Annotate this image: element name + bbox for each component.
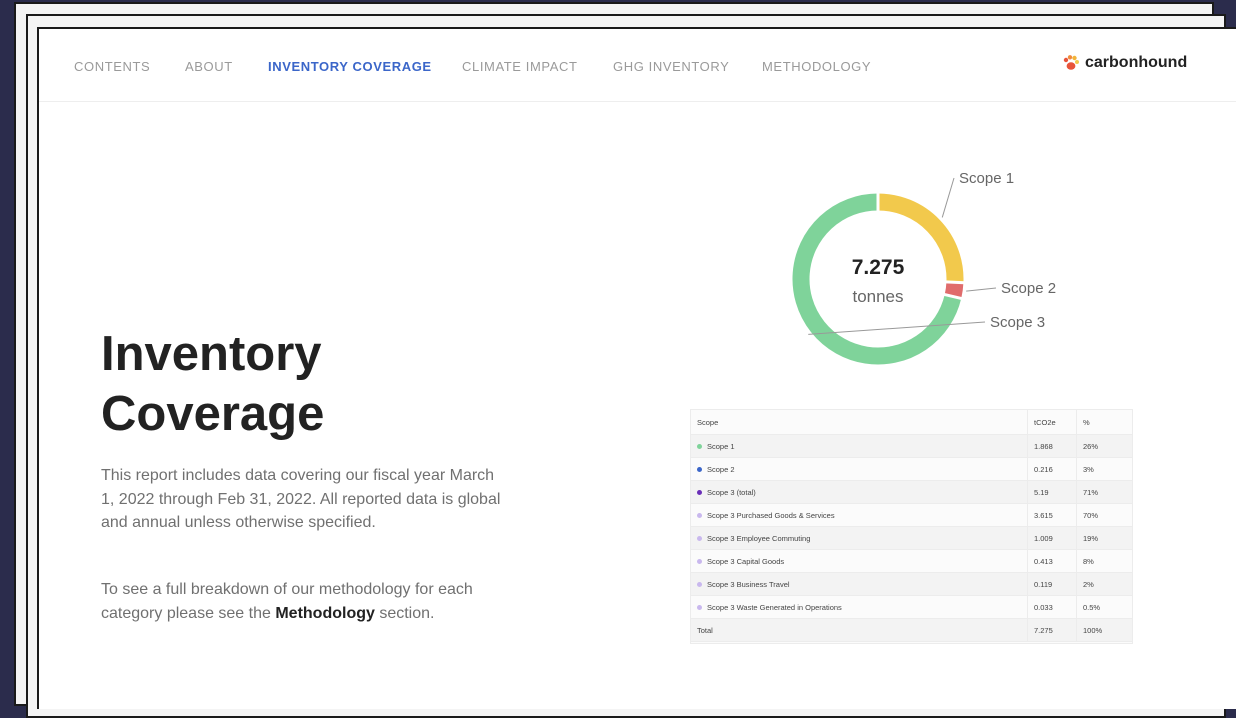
scope-name: Total [697,625,713,635]
tco2e-cell: 3.615 [1027,503,1077,527]
scope-name-cell: Total [691,618,1028,642]
scope-table: Scope tCO2e % Scope 1 1.868 26% Scope 2 0.21… [690,409,1133,644]
table-row: Scope 3 Employee Commuting 1.009 19% [691,526,1132,550]
callout-label: Scope 3 [990,314,1045,331]
slice-separator [945,280,965,285]
donut-center-value: 7.275 [852,256,905,279]
scope-name-cell: Scope 3 Purchased Goods & Services [691,503,1028,527]
pct-cell: 71% [1076,480,1132,504]
pct-cell: 0.5% [1076,595,1132,619]
tco2e-cell: 7.275 [1027,618,1077,642]
pct-cell: 26% [1076,434,1132,458]
col-scope-header: Scope [691,410,1028,435]
table-row: Scope 3 Business Travel 0.119 2% [691,572,1132,596]
scope-name: Scope 3 Waste Generated in Operations [707,602,842,612]
scope-name: Scope 3 Capital Goods [707,556,785,566]
callout-label: Scope 1 [959,170,1014,187]
table-row: Scope 3 Waste Generated in Operations 0.0… [691,595,1132,619]
table-row: Scope 3 Capital Goods 0.413 8% [691,549,1132,573]
pct-cell: 3% [1076,457,1132,481]
scope-name: Scope 3 Employee Commuting [707,533,811,543]
tco2e-cell: 1.009 [1027,526,1077,550]
pct-cell: 19% [1076,526,1132,550]
pct-cell: 2% [1076,572,1132,596]
col-tco2e-header: tCO2e [1027,410,1077,435]
scope-name-cell: Scope 2 [691,457,1028,481]
scope-name-cell: Scope 3 Business Travel [691,572,1028,596]
scope-name-cell: Scope 3 Waste Generated in Operations [691,595,1028,619]
col-pct-header: % [1076,410,1132,435]
methodology-paragraph: To see a full breakdown of our methodolo… [101,578,511,625]
table-row: Scope 1 1.868 26% [691,434,1132,458]
pct-cell: 70% [1076,503,1132,527]
scope-name-cell: Scope 3 Employee Commuting [691,526,1028,550]
tco2e-cell: 0.119 [1027,572,1077,596]
callout-line [941,177,955,218]
donut-slice-scope-2 [944,281,964,299]
tco2e-cell: 5.19 [1027,480,1077,504]
methodology-link[interactable]: Methodology [275,605,375,622]
table-row: Total 7.275 100% [691,618,1132,642]
scope-name: Scope 3 Purchased Goods & Services [707,510,835,520]
legend-dot [697,490,702,496]
scope-name-cell: Scope 3 Capital Goods [691,549,1028,573]
tco2e-cell: 0.413 [1027,549,1077,573]
tco2e-cell: 1.868 [1027,434,1077,458]
pct-cell: 100% [1076,618,1132,642]
callout-label: Scope 2 [1001,280,1056,297]
legend-dot [697,536,702,542]
scope-name-cell: Scope 3 (total) [691,480,1028,504]
table-row: Scope 3 (total) 5.19 71% [691,480,1132,504]
pct-cell: 8% [1076,549,1132,573]
scope-name: Scope 3 (total) [707,487,756,497]
scope-name: Scope 3 Business Travel [707,579,790,589]
legend-dot [697,444,702,450]
donut-center-unit: tonnes [852,287,903,306]
legend-dot [697,467,702,473]
legend-dot [697,582,702,588]
tco2e-cell: 0.216 [1027,457,1077,481]
legend-dot [697,513,702,519]
methodology-text-after: section. [374,604,435,622]
callout-line [966,287,997,292]
scope-name: Scope 2 [707,464,735,474]
table-row: Scope 3 Purchased Goods & Services 3.615 7… [691,503,1132,527]
legend-dot [697,605,702,611]
report-page: CONTENTS ABOUT INVENTORY COVERAGE CLIMAT… [37,27,1236,709]
tco2e-cell: 0.033 [1027,595,1077,619]
scope-name: Scope 1 [707,441,735,451]
table-row: Scope 2 0.216 3% [691,457,1132,481]
table-header-row: Scope tCO2e % [691,410,1132,435]
legend-dot [697,559,702,565]
callout-line [808,321,986,335]
scope-name-cell: Scope 1 [691,434,1028,458]
emissions-donut-chart: 7.275 tonnes Scope 1 Scope 2 Scope 3 [792,170,1056,365]
intro-paragraph: This report includes data covering our f… [101,467,501,531]
